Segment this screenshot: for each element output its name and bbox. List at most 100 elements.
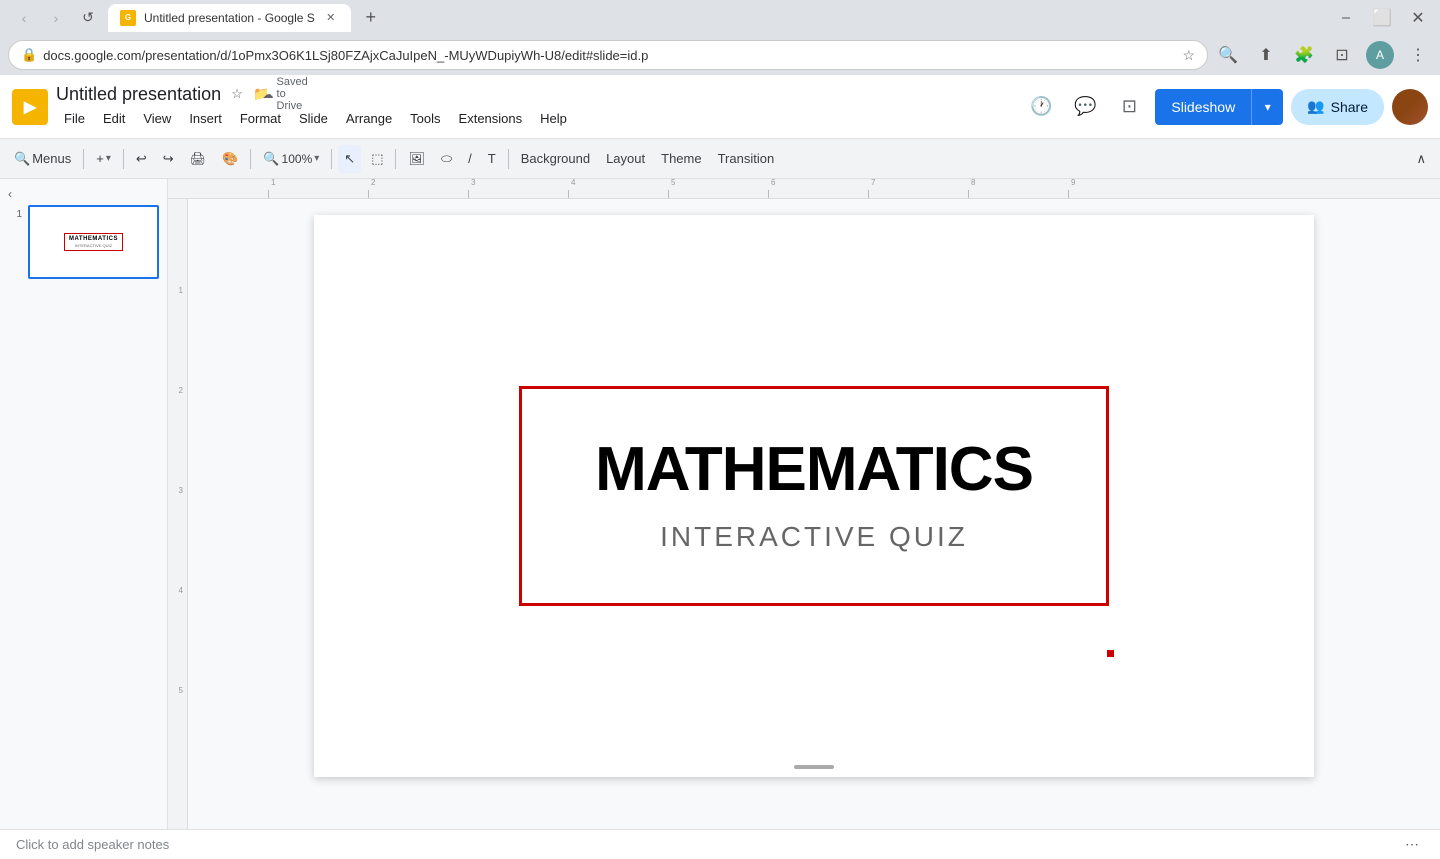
slide-main-title: MATHEMATICS — [595, 439, 1033, 501]
address-bar[interactable]: 🔒 docs.google.com/presentation/d/1oPmx3O… — [8, 40, 1208, 70]
browser-menu-button[interactable]: ⋮ — [1404, 41, 1432, 69]
menu-tools[interactable]: Tools — [402, 107, 448, 130]
share-icon: 👥 — [1307, 98, 1324, 115]
menu-edit[interactable]: Edit — [95, 107, 133, 130]
toolbar-separator-1 — [83, 149, 84, 169]
canvas-scroll-area[interactable]: 1 2 3 4 5 MATHEMATICS INTERACTIVE QUIZ — [278, 199, 1330, 829]
notes-area[interactable]: Click to add speaker notes ⋯ — [0, 829, 1440, 859]
app-title-icons: ☆ 📁 ☁ Saved to Drive — [227, 84, 295, 104]
scroll-indicator — [794, 765, 834, 769]
slide-thumbnail-1[interactable]: MATHEMATICS INTERACTIVE QUIZ — [28, 205, 159, 279]
slide-content-box[interactable]: MATHEMATICS INTERACTIVE QUIZ — [519, 386, 1109, 606]
notes-placeholder[interactable]: Click to add speaker notes — [16, 837, 169, 852]
slide-item-1[interactable]: 1 MATHEMATICS INTERACTIVE QUIZ — [8, 205, 159, 279]
notes-collapse-button[interactable]: ⋯ — [1400, 833, 1424, 857]
close-window-button[interactable]: ✕ — [1404, 4, 1432, 32]
lock-icon: 🔒 — [21, 47, 37, 63]
new-tab-button[interactable]: + — [357, 4, 385, 32]
slide-subtitle: INTERACTIVE QUIZ — [660, 521, 968, 553]
menu-slide[interactable]: Slide — [291, 107, 336, 130]
layout-button[interactable]: Layout — [600, 145, 651, 173]
slide-thumb-content: MATHEMATICS INTERACTIVE QUIZ — [64, 233, 123, 251]
url-text: docs.google.com/presentation/d/1oPmx3O6K… — [43, 48, 648, 63]
toolbar-separator-3 — [250, 149, 251, 169]
forward-button[interactable]: › — [42, 4, 70, 32]
text-box-button[interactable]: T — [482, 145, 502, 173]
slideshow-button[interactable]: Slideshow — [1155, 89, 1251, 125]
line-tool-button[interactable]: / — [462, 145, 478, 173]
select-tool-button[interactable]: ↖ — [338, 145, 361, 173]
menus-button[interactable]: 🔍 Menus — [8, 145, 77, 173]
menu-view[interactable]: View — [135, 107, 179, 130]
menu-arrange[interactable]: Arrange — [338, 107, 400, 130]
search-icon[interactable]: 🔍 — [1214, 41, 1242, 69]
browser-tab[interactable]: G Untitled presentation - Google S ✕ — [108, 4, 351, 32]
menu-extensions[interactable]: Extensions — [451, 107, 531, 130]
share-button[interactable]: 👥 Share — [1291, 89, 1384, 125]
collapse-panel-button[interactable]: ‹ — [8, 187, 159, 201]
undo-button[interactable]: ↩ — [130, 145, 153, 173]
collapse-toolbar-button[interactable]: ∧ — [1410, 145, 1432, 173]
menu-bar: File Edit View Insert Format Slide Arran… — [56, 107, 575, 130]
search-icon-small: 🔍 — [14, 151, 30, 167]
app-title-row: Untitled presentation ☆ 📁 ☁ Saved to Dri… — [56, 84, 575, 105]
maximize-button[interactable]: ⬜ — [1368, 4, 1396, 32]
cast-icon[interactable]: ⊡ — [1328, 41, 1356, 69]
cloud-icon: ☁ — [263, 88, 274, 101]
history-button[interactable]: 🕐 — [1023, 89, 1059, 125]
share-page-icon[interactable]: ⬆ — [1252, 41, 1280, 69]
toolbar-separator-6 — [508, 149, 509, 169]
theme-button[interactable]: Theme — [655, 145, 707, 173]
insert-button[interactable]: + ▾ — [90, 145, 117, 173]
slide-thumb-title: MATHEMATICS — [69, 236, 118, 242]
app-title-area: Untitled presentation ☆ 📁 ☁ Saved to Dri… — [56, 84, 575, 130]
slideshow-dropdown-button[interactable]: ▾ — [1251, 89, 1283, 125]
extensions-icon[interactable]: 🧩 — [1290, 41, 1318, 69]
comments-button[interactable]: 💬 — [1067, 89, 1103, 125]
app-logo: ▶ — [12, 89, 48, 125]
shape-insert-button[interactable]: ⬭ — [435, 145, 458, 173]
header-right: 🕐 💬 ⊡ Slideshow ▾ 👥 Share — [1023, 89, 1428, 125]
toolbar-separator-4 — [331, 149, 332, 169]
address-bar-row: 🔒 docs.google.com/presentation/d/1oPmx3O… — [0, 35, 1440, 75]
toolbar: 🔍 Menus + ▾ ↩ ↪ 🖨 🎨 🔍 100% ▾ ↖ ⬚ 🖼 ⬭ / T… — [0, 139, 1440, 179]
tab-close-button[interactable]: ✕ — [323, 10, 339, 26]
refresh-button[interactable]: ↺ — [74, 4, 102, 32]
toolbar-separator-2 — [123, 149, 124, 169]
browser-toolbar-right: 🔍 ⬆ 🧩 ⊡ A ⋮ — [1214, 41, 1432, 69]
toolbar-separator-5 — [395, 149, 396, 169]
back-button[interactable]: ‹ — [10, 4, 38, 32]
saved-to-drive-status: ☁ Saved to Drive — [275, 84, 295, 104]
print-button[interactable]: 🖨 — [184, 145, 213, 173]
redo-button[interactable]: ↪ — [157, 145, 180, 173]
tab-favicon: G — [120, 10, 136, 26]
slide-canvas-area[interactable]: MATHEMATICS INTERACTIVE QUIZ — [278, 199, 1330, 829]
minimize-button[interactable]: ⎯ — [1332, 4, 1360, 32]
user-avatar[interactable] — [1392, 89, 1428, 125]
menu-insert[interactable]: Insert — [181, 107, 230, 130]
paint-format-button[interactable]: 🎨 — [216, 145, 244, 173]
menu-file[interactable]: File — [56, 107, 93, 130]
ruler-horizontal: 1 2 3 4 5 6 7 8 9 — [168, 179, 1440, 199]
tab-title: Untitled presentation - Google S — [144, 11, 315, 25]
transition-button[interactable]: Transition — [712, 145, 781, 173]
slideshow-button-group: Slideshow ▾ — [1155, 89, 1283, 125]
slide-dot-element — [1107, 650, 1114, 657]
app-title[interactable]: Untitled presentation — [56, 84, 221, 105]
canvas-area[interactable]: 1 2 3 4 5 6 7 8 9 1 2 3 4 5 — [168, 179, 1440, 829]
menu-format[interactable]: Format — [232, 107, 289, 130]
slide-canvas[interactable]: MATHEMATICS INTERACTIVE QUIZ — [314, 215, 1314, 777]
frame-select-button[interactable]: ⬚ — [365, 145, 389, 173]
app-header: ▶ Untitled presentation ☆ 📁 ☁ Saved to D… — [0, 75, 1440, 139]
slides-panel: ‹ 1 MATHEMATICS INTERACTIVE QUIZ — [0, 179, 168, 829]
profile-button[interactable]: A — [1366, 41, 1394, 69]
slide-thumb-subtitle: INTERACTIVE QUIZ — [75, 243, 112, 248]
present-mode-button[interactable]: ⊡ — [1111, 89, 1147, 125]
background-button[interactable]: Background — [515, 145, 596, 173]
bookmark-icon[interactable]: ☆ — [1182, 47, 1195, 64]
zoom-control[interactable]: 🔍 100% ▾ — [257, 145, 325, 173]
image-insert-button[interactable]: 🖼 — [402, 145, 431, 173]
star-icon[interactable]: ☆ — [227, 84, 247, 104]
menu-help[interactable]: Help — [532, 107, 575, 130]
slide-number: 1 — [8, 205, 22, 220]
